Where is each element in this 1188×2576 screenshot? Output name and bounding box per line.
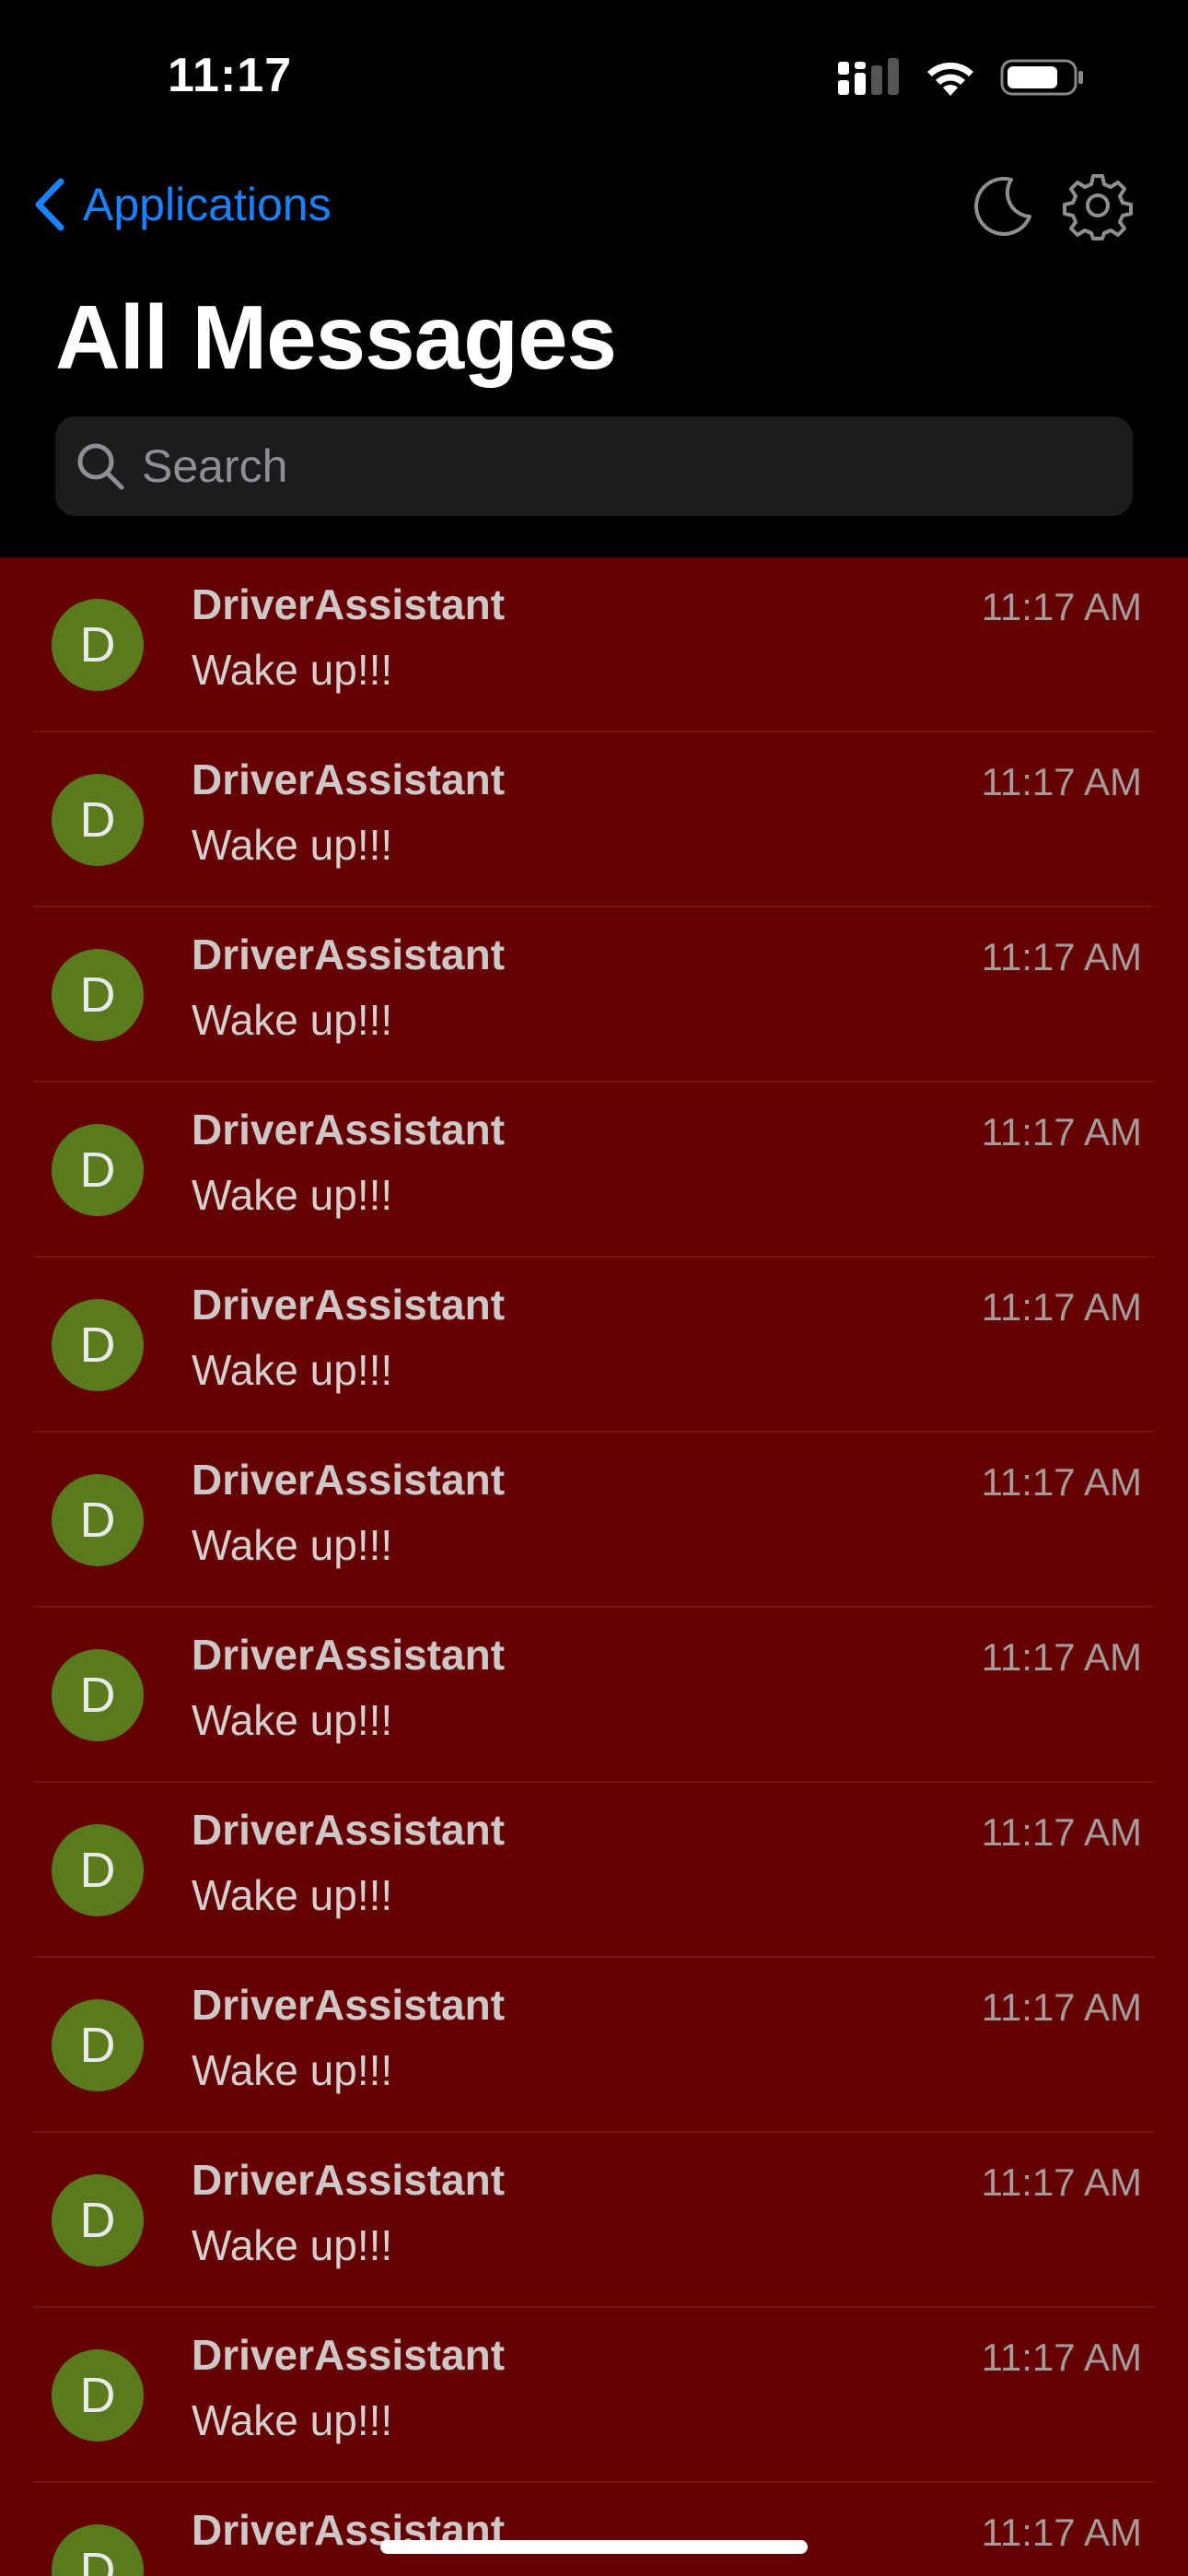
message-time: 11:17 AM <box>981 1285 1142 1329</box>
message-sender: DriverAssistant <box>192 1456 506 1504</box>
message-time: 11:17 AM <box>981 1810 1142 1854</box>
message-sender: DriverAssistant <box>192 1631 506 1679</box>
avatar: D <box>52 2524 144 2576</box>
message-preview: Wake up!!! <box>192 646 393 694</box>
message-preview: Wake up!!! <box>192 2046 393 2094</box>
message-preview: Wake up!!! <box>192 2221 393 2269</box>
avatar: D <box>52 949 144 1041</box>
message-preview: Wake up!!! <box>192 821 393 869</box>
message-sender: DriverAssistant <box>192 1281 506 1329</box>
message-preview: Wake up!!! <box>192 996 393 1044</box>
nav-actions <box>969 170 1133 245</box>
message-preview: Wake up!!! <box>192 1871 393 1919</box>
message-row[interactable]: D DriverAssistant Wake up!!! 11:17 AM <box>0 1083 1188 1258</box>
gear-icon[interactable] <box>1063 170 1133 245</box>
message-row[interactable]: D DriverAssistant Wake up!!! 11:17 AM <box>0 1258 1188 1433</box>
message-time: 11:17 AM <box>981 935 1142 978</box>
avatar: D <box>52 774 144 866</box>
message-preview: Wake up!!! <box>192 1696 393 1744</box>
message-row[interactable]: D DriverAssistant Wake up!!! 11:17 AM <box>0 1433 1188 1608</box>
avatar: D <box>52 1299 144 1391</box>
page-title: All Messages <box>55 287 617 388</box>
message-preview: Wake up!!! <box>192 1171 393 1219</box>
moon-icon[interactable] <box>969 172 1035 243</box>
message-time: 11:17 AM <box>981 2511 1142 2554</box>
back-button-label: Applications <box>83 179 332 230</box>
message-row[interactable]: D DriverAssistant Wake up!!! 11:17 AM <box>0 557 1188 732</box>
message-row[interactable]: D DriverAssistant Wake up!!! 11:17 AM <box>0 1783 1188 1958</box>
message-sender: DriverAssistant <box>192 2331 506 2379</box>
avatar: D <box>52 1999 144 2091</box>
message-time: 11:17 AM <box>981 760 1142 803</box>
message-sender: DriverAssistant <box>192 931 506 978</box>
search-icon <box>76 441 125 491</box>
message-time: 11:17 AM <box>981 1635 1142 1679</box>
message-row[interactable]: D DriverAssistant Wake up!!! 11:17 AM <box>0 732 1188 907</box>
avatar: D <box>52 599 144 691</box>
message-list: D DriverAssistant Wake up!!! 11:17 AM D Drive… <box>0 557 1188 2576</box>
message-sender: DriverAssistant <box>192 580 506 628</box>
search-bar[interactable] <box>55 416 1133 516</box>
message-preview: Wake up!!! <box>192 1346 393 1394</box>
message-time: 11:17 AM <box>981 2336 1142 2379</box>
message-sender: DriverAssistant <box>192 755 506 803</box>
message-row[interactable]: D DriverAssistant Wake up!!! 11:17 AM <box>0 1608 1188 1783</box>
message-sender: DriverAssistant <box>192 1106 506 1153</box>
message-preview: Wake up!!! <box>192 2570 392 2576</box>
message-preview: Wake up!!! <box>192 1521 393 1569</box>
avatar: D <box>52 1824 144 1916</box>
message-time: 11:17 AM <box>981 1460 1142 1504</box>
back-button[interactable]: Applications <box>33 178 332 231</box>
status-icons <box>836 57 1085 102</box>
message-sender: DriverAssistant <box>192 1806 506 1854</box>
status-time: 11:17 <box>168 49 293 102</box>
navigation-bar: Applications <box>0 170 1188 249</box>
search-input[interactable] <box>140 439 1065 494</box>
message-time: 11:17 AM <box>981 2160 1142 2204</box>
avatar: D <box>52 2349 144 2441</box>
avatar: D <box>52 1474 144 1566</box>
battery-icon <box>1000 57 1085 102</box>
message-row[interactable]: DDriverAssistantWake up!!!11:17 AM <box>0 2483 1188 2576</box>
status-bar: 11:17 <box>0 0 1188 157</box>
avatar: D <box>52 1124 144 1216</box>
message-sender: DriverAssistant <box>192 2156 506 2204</box>
wifi-icon <box>923 57 978 102</box>
message-row[interactable]: D DriverAssistant Wake up!!! 11:17 AM <box>0 1958 1188 2133</box>
message-time: 11:17 AM <box>981 585 1142 628</box>
message-sender: DriverAssistant <box>192 1981 506 2029</box>
message-row[interactable]: D DriverAssistant Wake up!!! 11:17 AM <box>0 907 1188 1083</box>
message-time: 11:17 AM <box>981 1985 1142 2029</box>
back-chevron-icon <box>35 178 64 231</box>
message-preview: Wake up!!! <box>192 2396 393 2444</box>
cellular-icon <box>836 58 901 101</box>
home-indicator[interactable] <box>380 2540 808 2554</box>
avatar: D <box>52 2174 144 2266</box>
message-row[interactable]: D DriverAssistant Wake up!!! 11:17 AM <box>0 2133 1188 2308</box>
message-row[interactable]: D DriverAssistant Wake up!!! 11:17 AM <box>0 2308 1188 2483</box>
message-time: 11:17 AM <box>981 1110 1142 1153</box>
avatar: D <box>52 1649 144 1741</box>
